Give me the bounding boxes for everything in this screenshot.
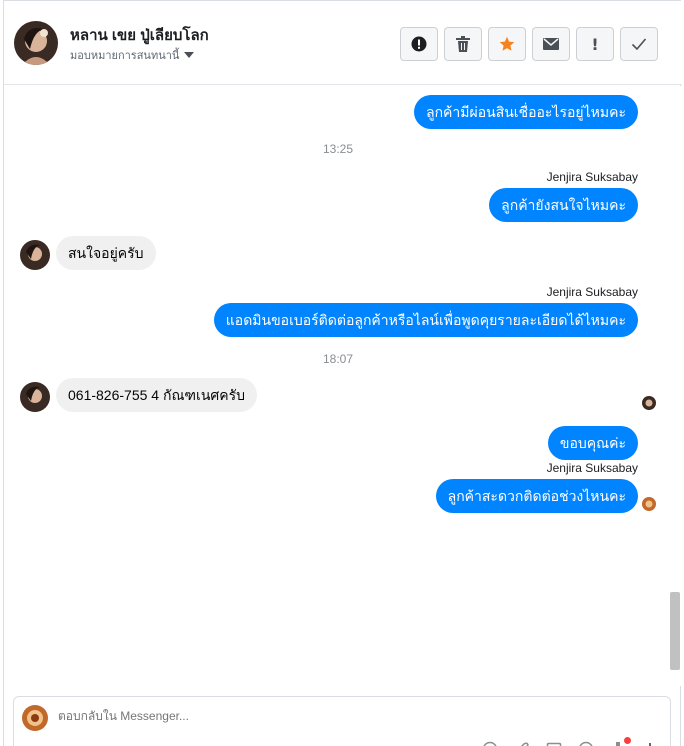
image-icon[interactable] xyxy=(546,741,562,746)
trash-icon xyxy=(456,36,470,52)
assign-conversation-dropdown[interactable]: มอบหมายการสนทนานี้ xyxy=(70,46,195,64)
delete-button[interactable] xyxy=(444,27,482,61)
important-button[interactable]: ! xyxy=(576,27,614,61)
timestamp: 18:07 xyxy=(322,352,354,366)
alert-circle-icon xyxy=(411,36,427,52)
reply-input[interactable] xyxy=(58,709,458,723)
spam-button[interactable] xyxy=(400,27,438,61)
assign-label: มอบหมายการสนทนานี้ xyxy=(70,50,180,62)
conversation-header: หลาน เขย ปู่เลียบโลก มอบหมายการสนทนานี้ xyxy=(4,1,682,85)
contact-avatar[interactable] xyxy=(14,21,58,65)
message-thread[interactable]: ลูกค้ามีผ่อนสินเชื่ออะไรอยู่ไหมคะ 13:25 … xyxy=(4,86,682,686)
done-button[interactable] xyxy=(620,27,658,61)
outgoing-message: ลูกค้ามีผ่อนสินเชื่ออะไรอยู่ไหมคะ xyxy=(414,95,638,129)
seen-avatar xyxy=(642,497,656,511)
messenger-panel: หลาน เขย ปู่เลียบโลก มอบหมายการสนทนานี้ xyxy=(3,0,682,746)
notification-dot xyxy=(624,737,631,744)
outgoing-message: ลูกค้ายังสนใจไหมคะ xyxy=(489,188,638,222)
star-button[interactable] xyxy=(488,27,526,61)
outgoing-message: ลูกค้าสะดวกติดต่อช่วงไหนคะ xyxy=(435,479,638,513)
composer-tools xyxy=(482,741,658,746)
outgoing-message: แอดมินขอเบอร์ติดต่อลูกค้าหรือไลน์เพื่อพู… xyxy=(213,303,638,337)
incoming-message: 061-826-755 4 กัณฑเนศครับ xyxy=(56,378,258,412)
saved-reply-icon[interactable] xyxy=(482,741,498,746)
checkmark-icon xyxy=(631,37,647,51)
like-icon[interactable] xyxy=(642,741,658,746)
reply-composer xyxy=(13,696,671,746)
page-avatar xyxy=(22,705,48,731)
exclamation-icon: ! xyxy=(591,34,599,54)
contact-avatar-small xyxy=(20,382,50,412)
seen-avatar xyxy=(642,396,656,410)
sender-name: Jenjira Suksabay xyxy=(546,170,638,184)
incoming-message: สนใจอยู่ครับ xyxy=(56,236,156,270)
contact-avatar-small xyxy=(20,240,50,270)
sender-name: Jenjira Suksabay xyxy=(546,285,638,299)
envelope-icon xyxy=(543,38,559,50)
timestamp: 13:25 xyxy=(322,142,354,156)
attachment-icon[interactable] xyxy=(514,741,530,746)
scrollbar-thumb[interactable] xyxy=(670,592,680,670)
caret-down-icon xyxy=(184,52,195,58)
outgoing-message: ขอบคุณค่ะ xyxy=(547,426,638,460)
star-icon xyxy=(499,36,515,52)
emoji-icon[interactable] xyxy=(578,741,594,746)
contact-name: หลาน เขย ปู่เลียบโลก xyxy=(70,27,209,44)
mark-unread-button[interactable] xyxy=(532,27,570,61)
sender-name: Jenjira Suksabay xyxy=(546,461,638,475)
action-toolbar: ! xyxy=(400,27,658,61)
